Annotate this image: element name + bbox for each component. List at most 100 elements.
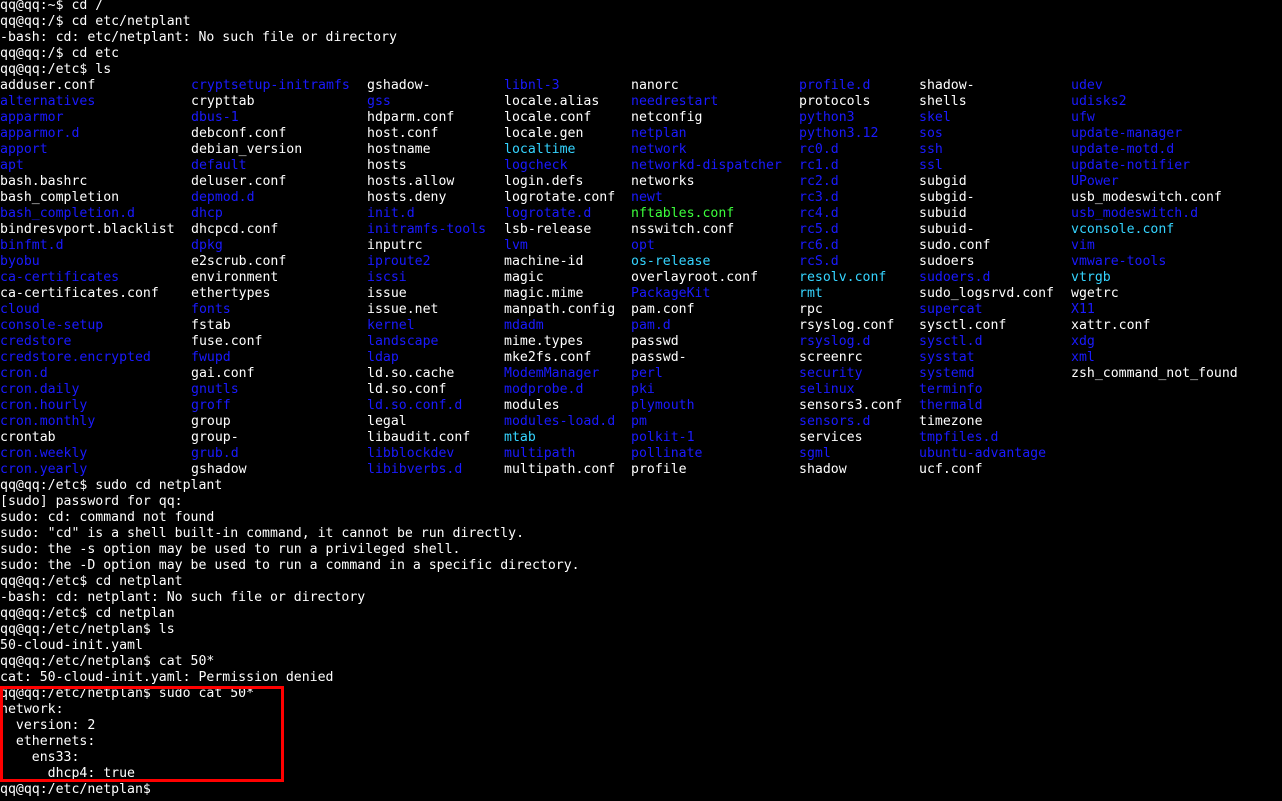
ls-entry: wgetrc (1071, 286, 1119, 301)
terminal-window[interactable]: qq@qq:~$ cd / qq@qq:/$ cd etc/netplant -ba… (0, 0, 1282, 801)
ls-entry: netconfig (631, 110, 703, 125)
ls-entry: sudo.conf (919, 238, 991, 253)
ls-entry: logrotate.d (504, 206, 592, 221)
ls-entry: services (799, 430, 863, 445)
ls-entry: resolv.conf (799, 270, 887, 285)
ls-entry: ca-certificates (0, 270, 120, 285)
ls-entry: iproute2 (367, 254, 431, 269)
ls-entry: lsb-release (504, 222, 592, 237)
ls-entry: pam.conf (631, 302, 695, 317)
ls-entry: xdg (1071, 334, 1095, 349)
ls-entry: screenrc (799, 350, 863, 365)
ls-entry: polkit-1 (631, 430, 695, 445)
ls-entry: python3 (799, 110, 855, 125)
terminal-line: qq@qq:/etc/netplan$ ls (0, 622, 175, 637)
terminal-line: qq@qq:/etc/netplan$ (0, 782, 159, 797)
ls-entry: magic (504, 270, 544, 285)
ls-entry: rmt (799, 286, 823, 301)
ls-entry: udisks2 (1071, 94, 1127, 109)
ls-entry: networkd-dispatcher (631, 158, 782, 173)
ls-entry: skel (919, 110, 951, 125)
ls-entry: fuse.conf (191, 334, 263, 349)
ls-entry: rc4.d (799, 206, 839, 221)
ls-entry: security (799, 366, 863, 381)
ls-entry: tmpfiles.d (919, 430, 999, 445)
ls-entry: crontab (0, 430, 56, 445)
ls-entry: X11 (1071, 302, 1095, 317)
ls-entry: ufw (1071, 110, 1095, 125)
ls-entry: cron.weekly (0, 446, 88, 461)
ls-entry: ethertypes (191, 286, 271, 301)
ls-entry: sos (919, 126, 943, 141)
ls-entry: passwd (631, 334, 679, 349)
ls-entry: rc1.d (799, 158, 839, 173)
ls-entry: rpc (799, 302, 823, 317)
ls-entry: supercat (919, 302, 983, 317)
ls-entry: dpkg (191, 238, 223, 253)
terminal-line: qq@qq:/etc/netplan$ cat 50* (0, 654, 215, 669)
ls-entry: pki (631, 382, 655, 397)
ls-entry: init.d (367, 206, 415, 221)
ls-entry: gnutls (191, 382, 239, 397)
ls-entry: cloud (0, 302, 40, 317)
ls-entry: landscape (367, 334, 439, 349)
ls-entry: gshadow- (367, 78, 431, 93)
terminal-line: -bash: cd: etc/netplant: No such file or… (0, 30, 397, 45)
ls-entry: hdparm.conf (367, 110, 455, 125)
ls-entry: mdadm (504, 318, 544, 333)
terminal-line: sudo: cd: command not found (0, 510, 215, 525)
ls-entry: bash_completion (0, 190, 120, 205)
ls-entry: apt (0, 158, 24, 173)
terminal-line: cat: 50-cloud-init.yaml: Permission deni… (0, 670, 334, 685)
ls-entry: hosts.deny (367, 190, 447, 205)
ls-entry: fonts (191, 302, 231, 317)
terminal-line: dhcp4: true (0, 766, 135, 781)
ls-entry: crypttab (191, 94, 255, 109)
ls-entry: update-motd.d (1071, 142, 1175, 157)
ls-entry: nftables.conf (631, 206, 735, 221)
ls-entry: update-notifier (1071, 158, 1191, 173)
ls-entry: rsyslog.d (799, 334, 871, 349)
terminal-line: qq@qq:/$ cd etc/netplant (0, 14, 191, 29)
ls-entry: login.defs (504, 174, 584, 189)
terminal-line: -bash: cd: netplant: No such file or dir… (0, 590, 366, 605)
ls-entry: vmware-tools (1071, 254, 1167, 269)
ls-entry: mke2fs.conf (504, 350, 592, 365)
ls-entry: mtab (504, 430, 536, 445)
ls-entry: subgid (919, 174, 967, 189)
ls-entry: bash.bashrc (0, 174, 88, 189)
ls-entry: logrotate.conf (504, 190, 616, 205)
ls-entry: dbus-1 (191, 110, 239, 125)
ls-entry: ssl (919, 158, 943, 173)
ls-entry: localtime (504, 142, 576, 157)
ls-entry: UPower (1071, 174, 1119, 189)
ls-entry: fstab (191, 318, 231, 333)
terminal-line: sudo: "cd" is a shell built-in command, … (0, 526, 525, 541)
ls-entry: sensors.d (799, 414, 871, 429)
ls-entry: mime.types (504, 334, 584, 349)
terminal-line: [sudo] password for qq: (0, 494, 183, 509)
terminal-line: ethernets: (0, 734, 96, 749)
terminal-line: qq@qq:/etc$ cd netplant (0, 574, 183, 589)
ls-entry: multipath.conf (504, 462, 616, 477)
ls-entry: locale.conf (504, 110, 592, 125)
ls-entry: binfmt.d (0, 238, 64, 253)
ls-entry: rc5.d (799, 222, 839, 237)
terminal-line: version: 2 (0, 718, 96, 733)
ls-entry: hostname (367, 142, 431, 157)
ls-entry: apparmor (0, 110, 64, 125)
ls-entry: default (191, 158, 247, 173)
ls-entry: ld.so.conf (367, 382, 447, 397)
ls-entry: group- (191, 430, 239, 445)
ls-entry: ca-certificates.conf (0, 286, 159, 301)
ls-entry: terminfo (919, 382, 983, 397)
ls-entry: usb_modeswitch.conf (1071, 190, 1222, 205)
ls-entry: gai.conf (191, 366, 255, 381)
ls-entry: newt (631, 190, 663, 205)
ls-entry: PackageKit (631, 286, 711, 301)
ls-entry: rc2.d (799, 174, 839, 189)
ls-entry: zsh_command_not_found (1071, 366, 1238, 381)
ls-entry: libaudit.conf (367, 430, 471, 445)
ls-entry: libnl-3 (504, 78, 560, 93)
ls-entry: modprobe.d (504, 382, 584, 397)
